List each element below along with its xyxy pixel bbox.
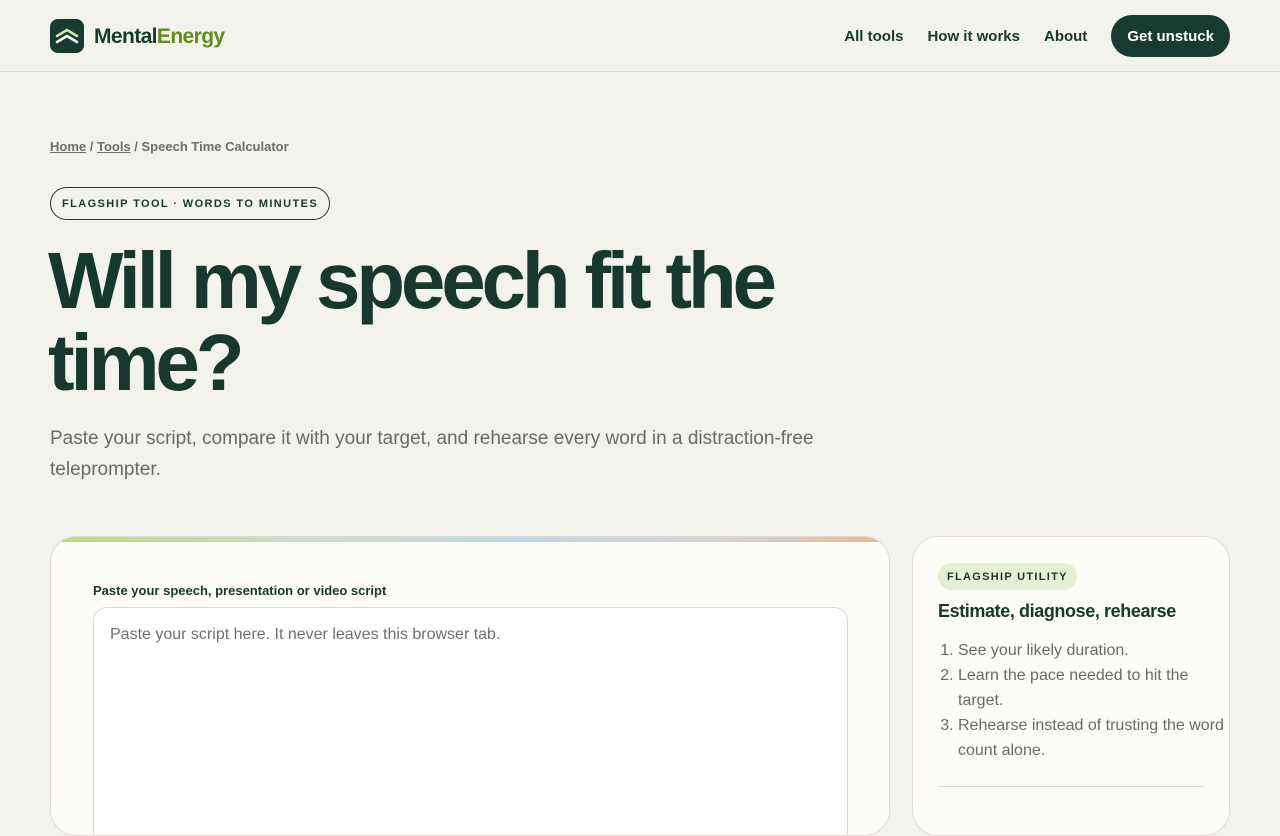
utility-info-card: FLAGSHIP UTILITY Estimate, diagnose, reh… <box>912 536 1230 836</box>
page-subtitle: Paste your script, compare it with your … <box>50 428 814 480</box>
get-unstuck-button[interactable]: Get unstuck <box>1111 15 1230 57</box>
utility-badge: FLAGSHIP UTILITY <box>938 563 1077 590</box>
logo-text-energy: Energy <box>156 24 225 48</box>
step-item: Rehearse instead of trusting the word co… <box>958 713 1228 763</box>
breadcrumb-current: Speech Time Calculator <box>141 139 289 154</box>
logo-text-mental: Mental <box>94 24 158 48</box>
main-nav: All tools How it works About Get unstuck <box>844 15 1230 57</box>
card-gradient-accent <box>51 537 889 542</box>
breadcrumb-separator: / <box>130 139 142 154</box>
page-title: Will my speech fit the time? <box>48 236 777 407</box>
breadcrumb: Home / Tools / Speech Time Calculator <box>50 139 289 154</box>
logo-chevron-icon <box>50 19 84 53</box>
step-item: Learn the pace needed to hit the target. <box>958 663 1228 713</box>
nav-how-it-works[interactable]: How it works <box>927 28 1020 45</box>
nav-all-tools[interactable]: All tools <box>844 28 903 45</box>
divider <box>938 786 1204 787</box>
script-input-label: Paste your speech, presentation or video… <box>93 583 387 598</box>
tool-badge: FLAGSHIP TOOL · WORDS TO MINUTES <box>50 187 331 220</box>
step-item: See your likely duration. <box>958 638 1228 663</box>
breadcrumb-tools-link[interactable]: Tools <box>97 139 131 154</box>
script-input-card: Paste your speech, presentation or video… <box>50 536 890 836</box>
nav-about[interactable]: About <box>1044 28 1087 45</box>
steps-list: See your likely duration. Learn the pace… <box>938 638 1228 763</box>
breadcrumb-home-link[interactable]: Home <box>50 139 86 154</box>
script-textarea[interactable] <box>93 607 848 835</box>
logo-wordmark: MentalEnergy <box>94 26 225 47</box>
logo-link[interactable]: MentalEnergy <box>50 19 225 53</box>
utility-heading: Estimate, diagnose, rehearse <box>938 601 1176 621</box>
breadcrumb-separator: / <box>86 139 97 154</box>
site-header: MentalEnergy All tools How it works Abou… <box>0 0 1280 72</box>
